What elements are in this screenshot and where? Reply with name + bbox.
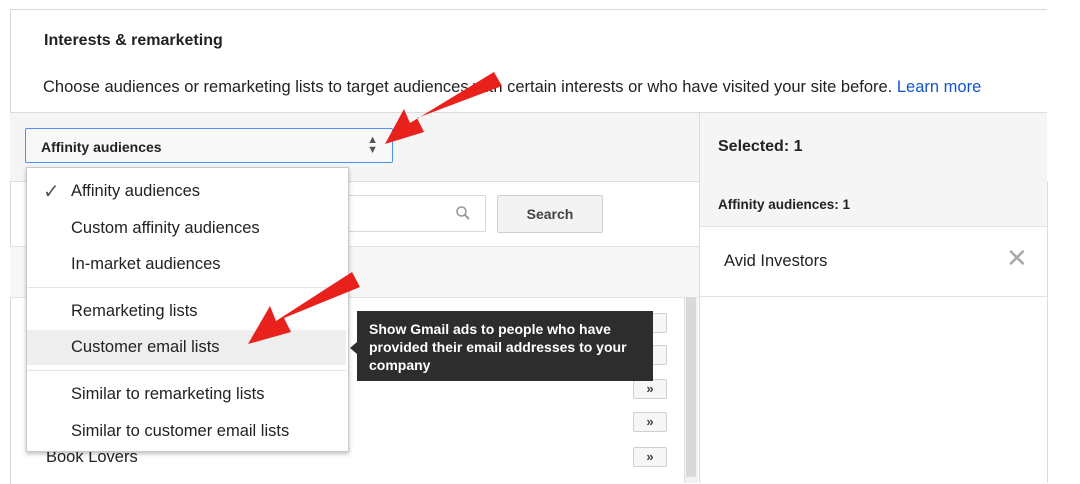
menu-item-affinity-audiences[interactable]: ✓ Affinity audiences	[27, 174, 346, 209]
menu-divider	[27, 370, 346, 371]
selected-item-row: Avid Investors ✕	[700, 227, 1047, 297]
checkmark-icon: ✓	[43, 181, 60, 203]
select-arrows-icon: ▲ ▼	[367, 134, 378, 156]
menu-item-in-market-audiences[interactable]: In-market audiences	[27, 247, 346, 282]
selected-group-label: Affinity audiences: 1	[718, 197, 851, 212]
selected-panel: Affinity audiences: 1 Avid Investors ✕	[699, 181, 1048, 483]
selected-group-header: Affinity audiences: 1	[700, 181, 1047, 227]
audience-type-menu: ✓ Affinity audiences Custom affinity aud…	[26, 167, 349, 452]
add-button[interactable]: »	[633, 412, 667, 432]
learn-more-link[interactable]: Learn more	[897, 78, 981, 96]
search-button[interactable]: Search	[497, 195, 603, 233]
menu-item-similar-to-remarketing-lists[interactable]: Similar to remarketing lists	[27, 377, 346, 412]
selected-count-title: Selected: 1	[718, 138, 803, 155]
selected-header: Selected: 1	[699, 112, 1047, 182]
section-description: Choose audiences or remarketing lists to…	[43, 78, 981, 97]
list-scrollbar[interactable]	[684, 297, 698, 483]
tooltip-pointer	[350, 342, 357, 354]
close-icon[interactable]: ✕	[1006, 245, 1028, 271]
menu-divider	[27, 287, 346, 288]
menu-item-customer-email-lists[interactable]: Customer email lists	[27, 330, 346, 365]
tooltip: Show Gmail ads to people who have provid…	[357, 311, 653, 381]
add-button[interactable]: »	[633, 379, 667, 399]
dropdown-selected-value: Affinity audiences	[41, 139, 162, 155]
search-input[interactable]	[335, 195, 486, 232]
scrollbar-thumb[interactable]	[686, 297, 696, 477]
menu-item-custom-affinity-audiences[interactable]: Custom affinity audiences	[27, 211, 346, 246]
add-button[interactable]: »	[633, 447, 667, 467]
selected-item-label: Avid Investors	[724, 252, 828, 270]
section-title: Interests & remarketing	[44, 32, 223, 49]
description-text: Choose audiences or remarketing lists to…	[43, 78, 893, 96]
search-icon	[456, 206, 470, 220]
menu-item-similar-to-customer-email-lists[interactable]: Similar to customer email lists	[27, 414, 346, 449]
audience-type-dropdown[interactable]: Affinity audiences ▲ ▼	[25, 128, 393, 163]
menu-item-remarketing-lists[interactable]: Remarketing lists	[27, 294, 346, 329]
